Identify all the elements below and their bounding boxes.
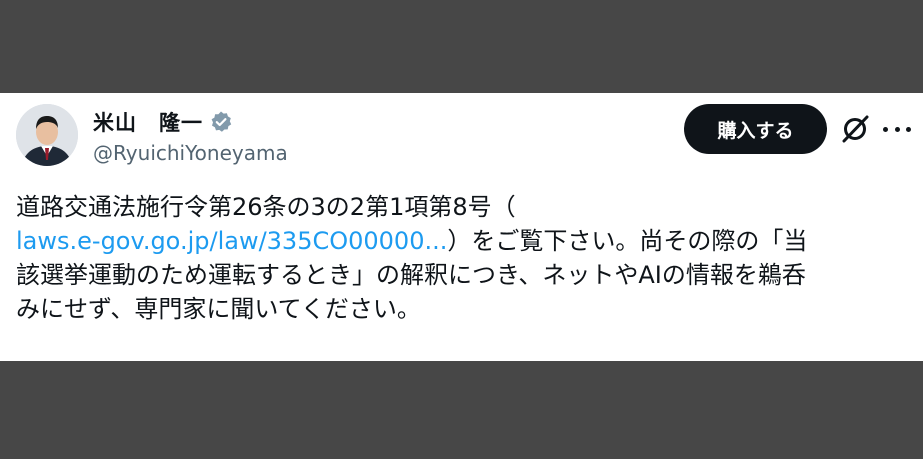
avatar[interactable] <box>16 104 78 166</box>
user-handle[interactable]: @RyuichiYoneyama <box>93 141 288 165</box>
tweet-text-line: 該選挙運動のため運転するとき」の解釈につき、ネットやAIの情報を鵜呑 <box>16 261 806 289</box>
grok-icon[interactable] <box>840 114 870 144</box>
more-dot <box>906 126 911 132</box>
buy-button[interactable]: 購入する <box>684 104 827 154</box>
display-name[interactable]: 米山 隆一 <box>93 107 203 137</box>
verified-badge-icon <box>211 111 232 132</box>
avatar-image <box>16 104 78 166</box>
tweet-text-segment: ）をご覧下さい。尚その際の「当 <box>447 227 808 255</box>
tweet-text-line: laws.e-gov.go.jp/law/335CO00000...）をご覧下さ… <box>16 224 911 258</box>
law-link[interactable]: laws.e-gov.go.jp/law/335CO00000... <box>16 227 447 255</box>
tweet-card: 米山 隆一 @RyuichiYoneyama 購入する 道路交通法施行令第26条… <box>0 93 923 361</box>
more-dot <box>894 126 900 132</box>
tweet-text-line: 道路交通法施行令第26条の3の2第1項第8号（ <box>16 193 516 221</box>
more-icon[interactable] <box>883 117 911 141</box>
tweet-text-line: みにせず、専門家に聞いてください。 <box>16 295 421 323</box>
tweet-text: 道路交通法施行令第26条の3の2第1項第8号（ laws.e-gov.go.jp… <box>16 190 911 326</box>
more-dot <box>883 126 888 132</box>
author-name-row: 米山 隆一 <box>93 107 233 137</box>
